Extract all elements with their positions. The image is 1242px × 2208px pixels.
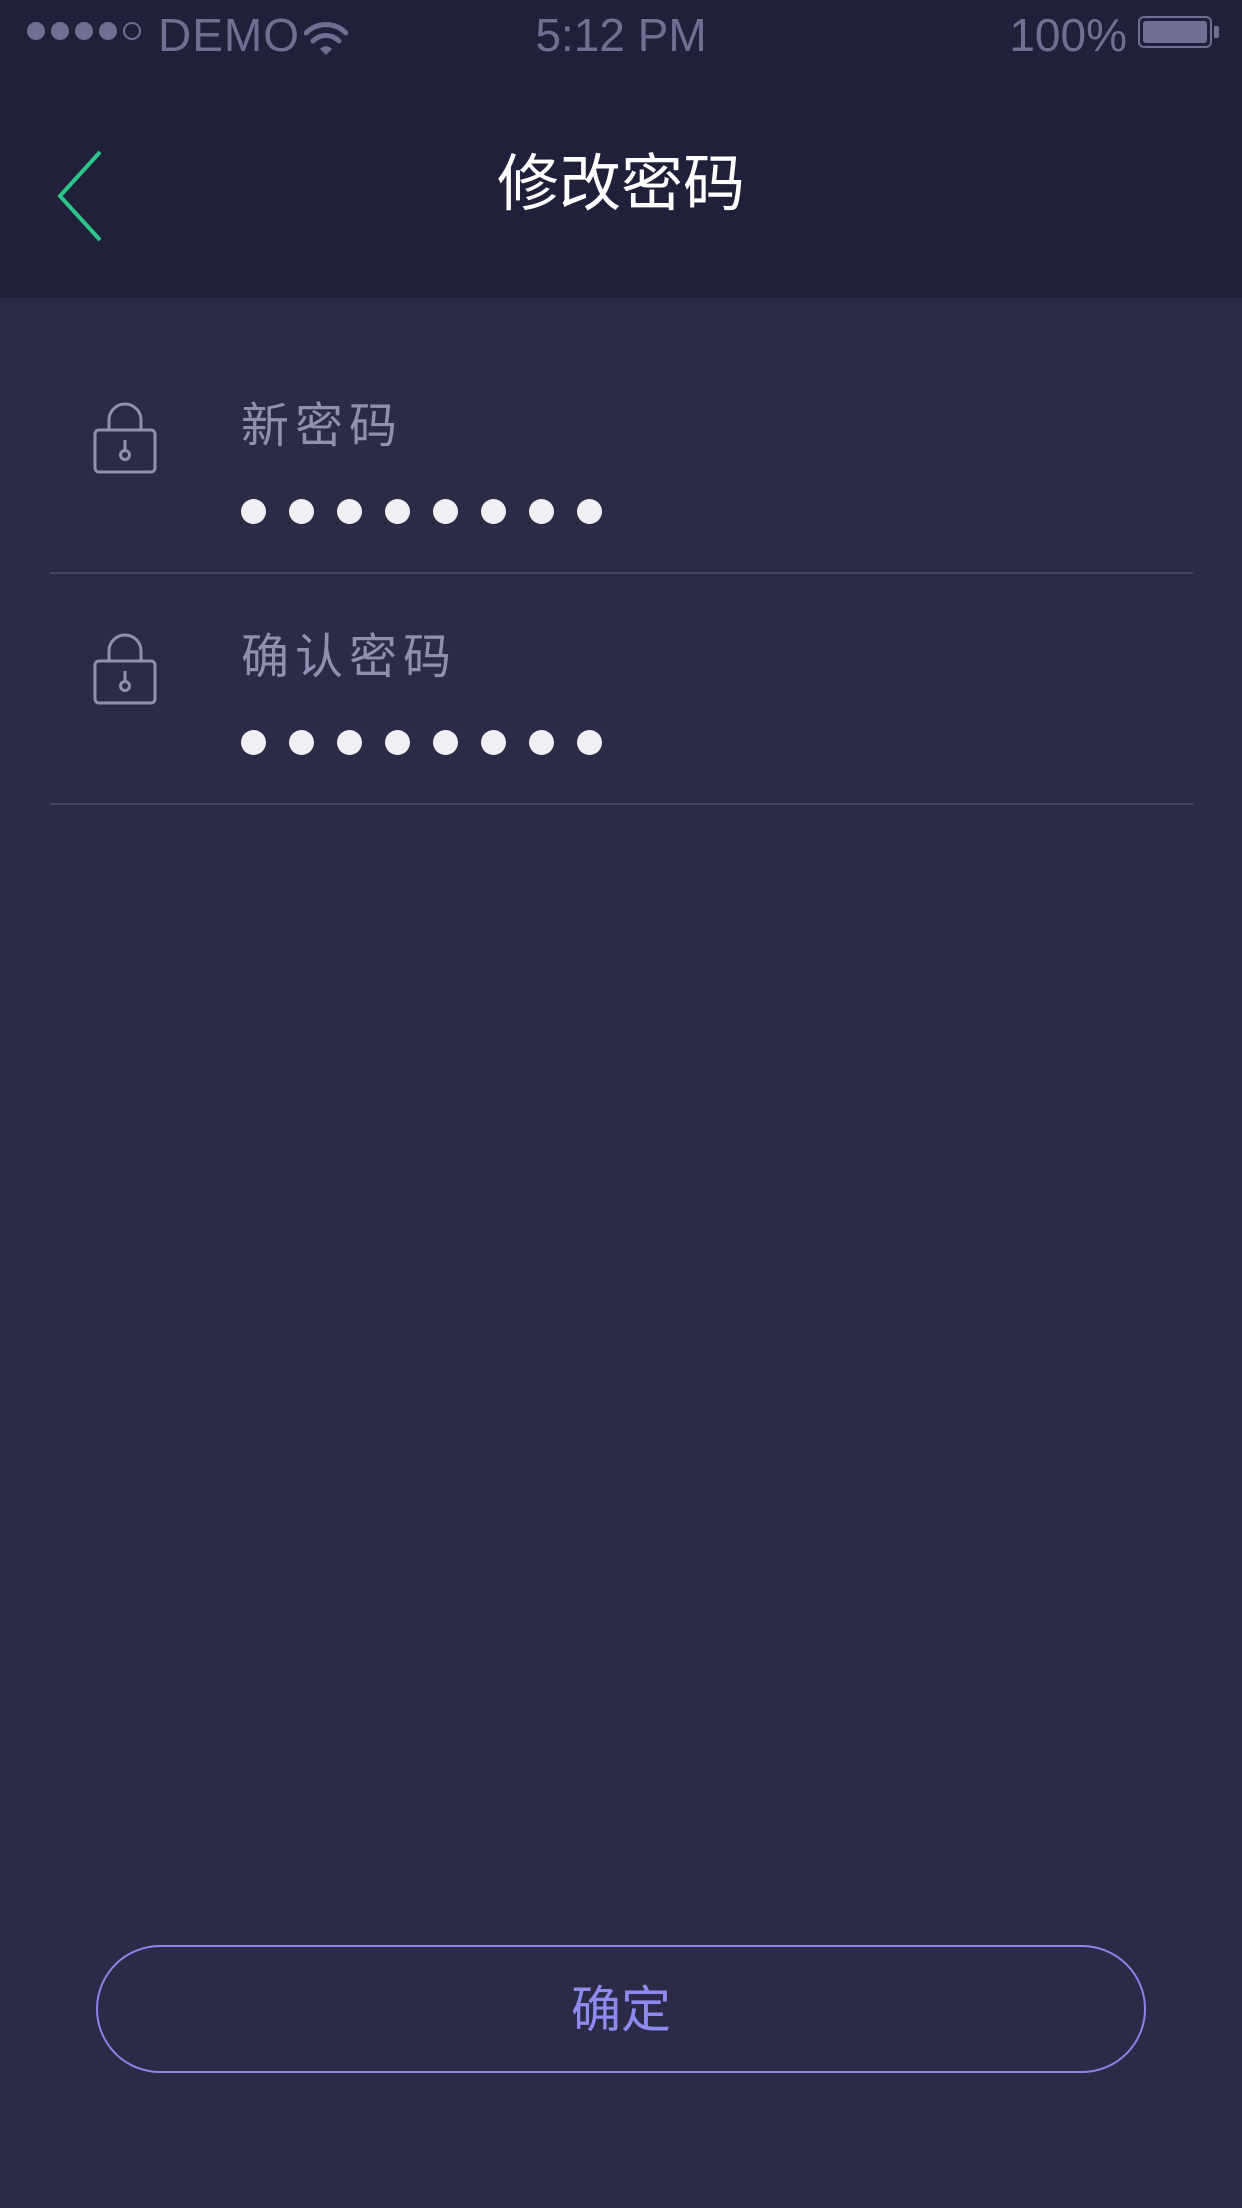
battery-icon <box>1138 16 1212 48</box>
navigation-bar: 修改密码 <box>0 66 1242 298</box>
confirm-button[interactable]: 确定 <box>96 1945 1146 2073</box>
lock-icon <box>92 400 158 480</box>
confirm-password-row: 确认密码 <box>50 575 1193 805</box>
confirm-password-label: 确认密码 <box>241 629 458 685</box>
new-password-input[interactable] <box>241 492 941 532</box>
lock-icon <box>92 631 158 711</box>
new-password-row: 新密码 <box>50 344 1193 574</box>
battery-percent: 100% <box>1009 9 1127 61</box>
page-title: 修改密码 <box>496 147 745 220</box>
new-password-label: 新密码 <box>241 398 404 454</box>
status-bar: DEMO 5:12 PM 100% <box>0 0 1242 66</box>
confirm-password-input[interactable] <box>241 723 941 763</box>
